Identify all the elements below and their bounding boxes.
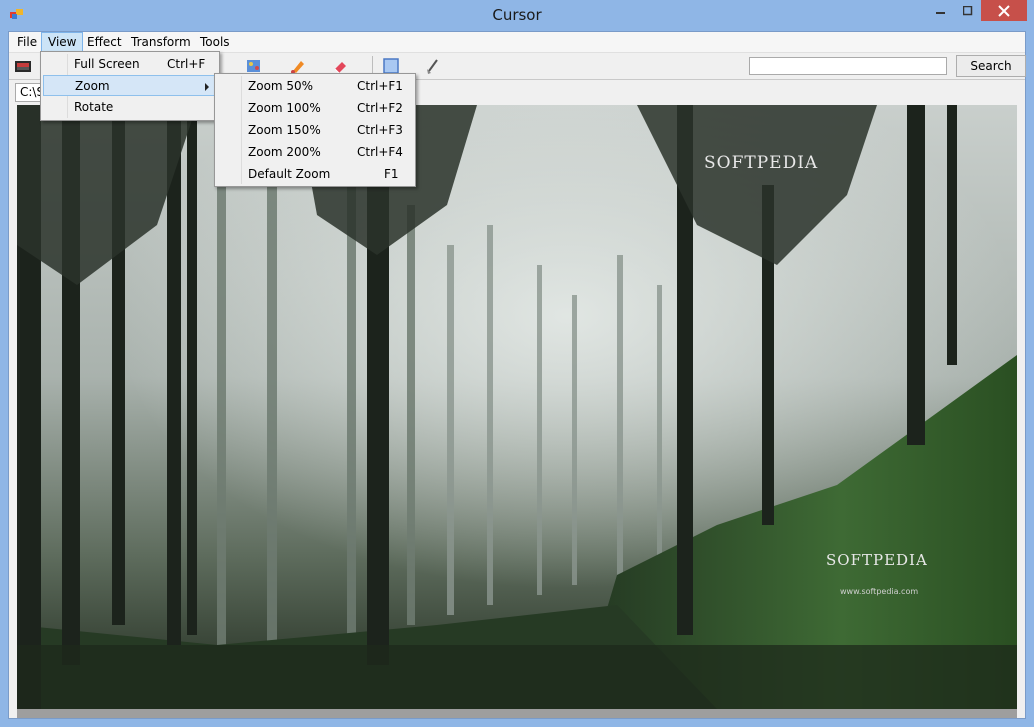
search-button[interactable]: Search (956, 55, 1026, 77)
menu-bar: File View Effect Transform Tools (9, 32, 1025, 53)
menu-item-label: Zoom 200% (248, 145, 321, 159)
app-window: Cursor File View Effect Transform Tools (0, 0, 1034, 727)
menu-effect[interactable]: Effect (81, 34, 128, 50)
view-menu-dropdown: Full Screen Ctrl+F Zoom Rotate (40, 51, 220, 121)
menu-item-zoom-50[interactable]: Zoom 50% Ctrl+F1 (217, 76, 413, 97)
search-input[interactable] (749, 57, 947, 75)
menu-item-default-zoom[interactable]: Default Zoom F1 (217, 164, 413, 185)
maximize-icon (963, 5, 973, 15)
minimize-button[interactable] (928, 0, 954, 21)
zoom-submenu: Zoom 50% Ctrl+F1 Zoom 100% Ctrl+F2 Zoom … (214, 73, 416, 187)
menu-item-shortcut: Ctrl+F1 (357, 79, 403, 93)
menu-item-label: Zoom 150% (248, 123, 321, 137)
photo-icon[interactable] (14, 57, 32, 75)
menu-item-label: Rotate (74, 100, 114, 114)
menu-item-shortcut: F1 (384, 167, 399, 181)
menu-item-shortcut: Ctrl+F3 (357, 123, 403, 137)
menu-item-shortcut: Ctrl+F (167, 57, 206, 71)
client-area: File View Effect Transform Tools Search … (8, 31, 1026, 719)
menu-item-rotate[interactable]: Rotate (43, 97, 217, 118)
maximize-button[interactable] (955, 0, 981, 21)
menu-view[interactable]: View (41, 32, 84, 52)
menu-item-label: Zoom 50% (248, 79, 314, 93)
menu-item-label: Full Screen (74, 57, 140, 71)
close-icon (998, 4, 1010, 17)
watermark-top: SOFTPEDIA (704, 153, 819, 173)
image-viewer[interactable]: SOFTPEDIA SOFTPEDIA www.softpedia.com (17, 105, 1017, 718)
menu-item-shortcut: Ctrl+F2 (357, 101, 403, 115)
watermark-bottom: SOFTPEDIA (826, 551, 928, 569)
window-title: Cursor (492, 6, 542, 24)
menu-file[interactable]: File (11, 34, 43, 50)
menu-tools[interactable]: Tools (194, 34, 236, 50)
menu-item-label: Zoom (75, 79, 110, 93)
menu-item-label: Default Zoom (248, 167, 331, 181)
forest-image (17, 105, 1017, 709)
watermark-url: www.softpedia.com (840, 587, 919, 596)
menu-item-zoom-150[interactable]: Zoom 150% Ctrl+F3 (217, 120, 413, 141)
minimize-icon (936, 11, 945, 14)
submenu-arrow-icon (205, 83, 209, 91)
menu-item-zoom-100[interactable]: Zoom 100% Ctrl+F2 (217, 98, 413, 119)
title-bar: Cursor (0, 0, 1034, 31)
brush-icon[interactable] (424, 57, 442, 75)
menu-item-zoom[interactable]: Zoom (43, 75, 217, 96)
menu-item-zoom-200[interactable]: Zoom 200% Ctrl+F4 (217, 142, 413, 163)
menu-item-label: Zoom 100% (248, 101, 321, 115)
close-button[interactable] (981, 0, 1027, 21)
menu-transform[interactable]: Transform (125, 34, 197, 50)
menu-item-shortcut: Ctrl+F4 (357, 145, 403, 159)
menu-item-full-screen[interactable]: Full Screen Ctrl+F (43, 54, 217, 75)
